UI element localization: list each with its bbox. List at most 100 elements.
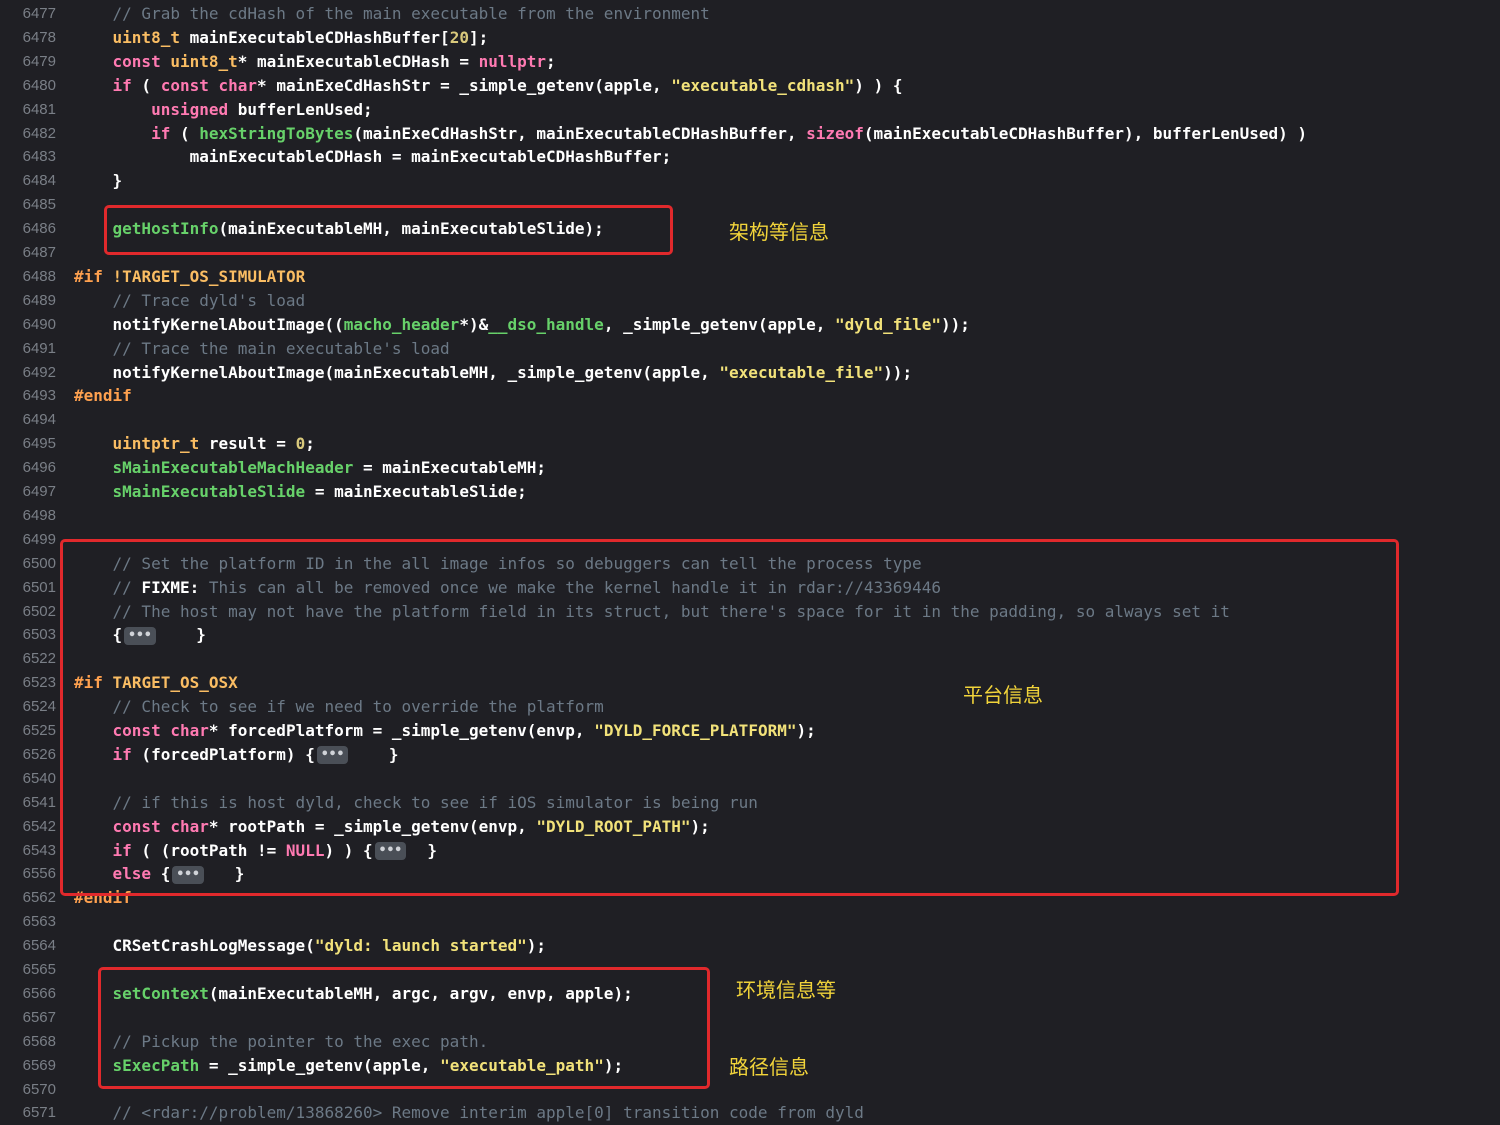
code-token: const bbox=[112, 51, 161, 71]
line-number: 6492 bbox=[22, 363, 56, 381]
code-text[interactable]: if ( const char* mainExeCdHashStr = _sim… bbox=[74, 74, 903, 98]
code-line[interactable]: 6478 uint8_t mainExecutableCDHashBuffer[… bbox=[0, 26, 1500, 50]
code-token: // Grab the cdHash of the main executabl… bbox=[74, 4, 710, 23]
annotation-env-info: 环境信息等 bbox=[736, 978, 836, 1002]
line-number: 6565 bbox=[22, 961, 56, 978]
code-text[interactable]: unsigned bufferLenUsed; bbox=[74, 98, 373, 122]
code-text[interactable]: uint8_t mainExecutableCDHashBuffer[20]; bbox=[74, 26, 489, 50]
code-text[interactable]: // Trace dyld's load bbox=[74, 289, 306, 313]
code-text[interactable]: notifyKernelAboutImage(mainExecutableMH,… bbox=[74, 361, 913, 385]
line-number: 6495 bbox=[22, 435, 56, 453]
line-number: 6478 bbox=[22, 28, 56, 46]
code-token: notifyKernelAboutImage(( bbox=[74, 314, 344, 334]
code-line[interactable]: 6488 #if !TARGET_OS_SIMULATOR bbox=[0, 265, 1500, 289]
code-line[interactable]: 6482 if ( hexStringToBytes(mainExeCdHash… bbox=[0, 122, 1500, 146]
code-line[interactable]: 6480 if ( const char* mainExeCdHashStr =… bbox=[0, 74, 1500, 98]
line-number: 6480 bbox=[22, 76, 56, 94]
code-token: 20 bbox=[449, 27, 469, 47]
code-line[interactable]: 6483 mainExecutableCDHash = mainExecutab… bbox=[0, 145, 1500, 169]
line-number: 6479 bbox=[22, 52, 56, 70]
code-line[interactable]: 6564 CRSetCrashLogMessage("dyld: launch … bbox=[0, 934, 1500, 958]
code-line[interactable]: 6490 notifyKernelAboutImage((macho_heade… bbox=[0, 313, 1500, 337]
code-token: = mainExecutableSlide; bbox=[305, 482, 527, 501]
code-token: // Trace dyld's load bbox=[74, 290, 306, 310]
code-token: sMainExecutableSlide bbox=[112, 482, 306, 501]
code-text[interactable]: // <rdar://problem/13868260> Remove inte… bbox=[74, 1101, 864, 1125]
code-line[interactable]: 6494 bbox=[0, 408, 1500, 432]
code-line[interactable]: 6484 } bbox=[0, 169, 1500, 193]
code-token: // <rdar://problem/13868260> Remove inte… bbox=[74, 1103, 864, 1123]
line-number: 6523 bbox=[22, 674, 56, 692]
code-token: #if bbox=[74, 266, 103, 286]
code-line[interactable]: 6481 unsigned bufferLenUsed; bbox=[0, 98, 1500, 122]
line-number: 6489 bbox=[22, 291, 56, 309]
line-number: 6543 bbox=[22, 841, 56, 859]
line-number: 6499 bbox=[22, 530, 56, 548]
code-token: sizeof bbox=[806, 123, 864, 143]
code-text[interactable]: CRSetCrashLogMessage("dyld: launch start… bbox=[74, 934, 546, 958]
code-token: #endif bbox=[74, 386, 132, 406]
code-token: nullptr bbox=[478, 51, 547, 71]
code-line[interactable]: 6492 notifyKernelAboutImage(mainExecutab… bbox=[0, 361, 1500, 385]
code-line[interactable]: 6479 const uint8_t* mainExecutableCDHash… bbox=[0, 50, 1500, 74]
code-token: ]; bbox=[468, 27, 489, 47]
code-token: 0 bbox=[295, 434, 306, 454]
code-token: if bbox=[112, 75, 132, 95]
code-text[interactable]: // Trace the main executable's load bbox=[74, 337, 450, 361]
code-line[interactable]: 6495 uintptr_t result = 0; bbox=[0, 432, 1500, 456]
line-number: 6564 bbox=[22, 937, 56, 955]
code-token: ); bbox=[526, 936, 547, 956]
annotation-platform-info: 平台信息 bbox=[963, 683, 1043, 707]
code-token: ; bbox=[305, 434, 315, 454]
code-text[interactable]: const uint8_t* mainExecutableCDHash = nu… bbox=[74, 50, 556, 74]
code-line[interactable]: 6497 sMainExecutableSlide = mainExecutab… bbox=[0, 480, 1500, 504]
code-text[interactable]: uintptr_t result = 0; bbox=[74, 432, 315, 456]
code-token: CRSetCrashLogMessage( bbox=[74, 936, 315, 956]
line-number: 6541 bbox=[22, 793, 56, 811]
code-token: *)& bbox=[459, 314, 489, 334]
code-token: unsigned bbox=[151, 99, 229, 119]
code-text[interactable]: notifyKernelAboutImage((macho_header*)&_… bbox=[74, 313, 970, 337]
code-line[interactable]: 6498 bbox=[0, 504, 1500, 528]
code-line[interactable]: 6496 sMainExecutableMachHeader = mainExe… bbox=[0, 456, 1500, 480]
code-text[interactable]: if ( hexStringToBytes(mainExeCdHashStr, … bbox=[74, 122, 1307, 146]
code-line[interactable]: 6489 // Trace dyld's load bbox=[0, 289, 1500, 313]
line-number: 6490 bbox=[22, 315, 56, 333]
annotation-path-info: 路径信息 bbox=[729, 1055, 809, 1079]
code-token: ( bbox=[170, 123, 200, 143]
code-token: "executable_cdhash" bbox=[671, 75, 855, 95]
code-line[interactable]: 6491 // Trace the main executable's load bbox=[0, 337, 1500, 361]
line-number: 6571 bbox=[22, 1104, 56, 1122]
code-token: if bbox=[151, 123, 171, 143]
line-number: 6542 bbox=[22, 817, 56, 835]
code-token: mainExecutableCDHash = mainExecutableCDH… bbox=[74, 147, 672, 167]
line-number: 6562 bbox=[22, 889, 56, 907]
line-number: 6522 bbox=[22, 650, 56, 668]
code-line[interactable]: 6477 // Grab the cdHash of the main exec… bbox=[0, 2, 1500, 26]
code-token: // Trace the main executable's load bbox=[74, 338, 450, 358]
code-token: const bbox=[160, 75, 209, 95]
line-number: 6567 bbox=[22, 1008, 56, 1026]
line-number: 6485 bbox=[22, 196, 56, 214]
code-text[interactable]: sMainExecutableMachHeader = mainExecutab… bbox=[74, 456, 546, 480]
line-number: 6566 bbox=[22, 984, 56, 1002]
code-text[interactable]: // Grab the cdHash of the main executabl… bbox=[74, 2, 710, 26]
line-number: 6501 bbox=[22, 578, 56, 596]
code-token: ; bbox=[546, 51, 556, 71]
line-number: 6526 bbox=[22, 745, 56, 763]
code-text[interactable]: #if !TARGET_OS_SIMULATOR bbox=[74, 265, 305, 289]
code-text[interactable]: sMainExecutableSlide = mainExecutableSli… bbox=[74, 480, 527, 504]
line-number: 6483 bbox=[22, 148, 56, 166]
code-text[interactable]: } bbox=[74, 169, 123, 193]
code-text[interactable]: #endif bbox=[74, 384, 132, 408]
code-line[interactable]: 6493 #endif bbox=[0, 384, 1500, 408]
code-token: * mainExeCdHashStr = _simple_getenv(appl… bbox=[257, 75, 672, 95]
line-number: 6502 bbox=[22, 602, 56, 620]
highlight-box-env-path bbox=[98, 967, 710, 1089]
code-line[interactable]: 6571 // <rdar://problem/13868260> Remove… bbox=[0, 1101, 1500, 1125]
code-line[interactable]: 6563 bbox=[0, 910, 1500, 934]
code-text[interactable]: mainExecutableCDHash = mainExecutableCDH… bbox=[74, 145, 672, 169]
